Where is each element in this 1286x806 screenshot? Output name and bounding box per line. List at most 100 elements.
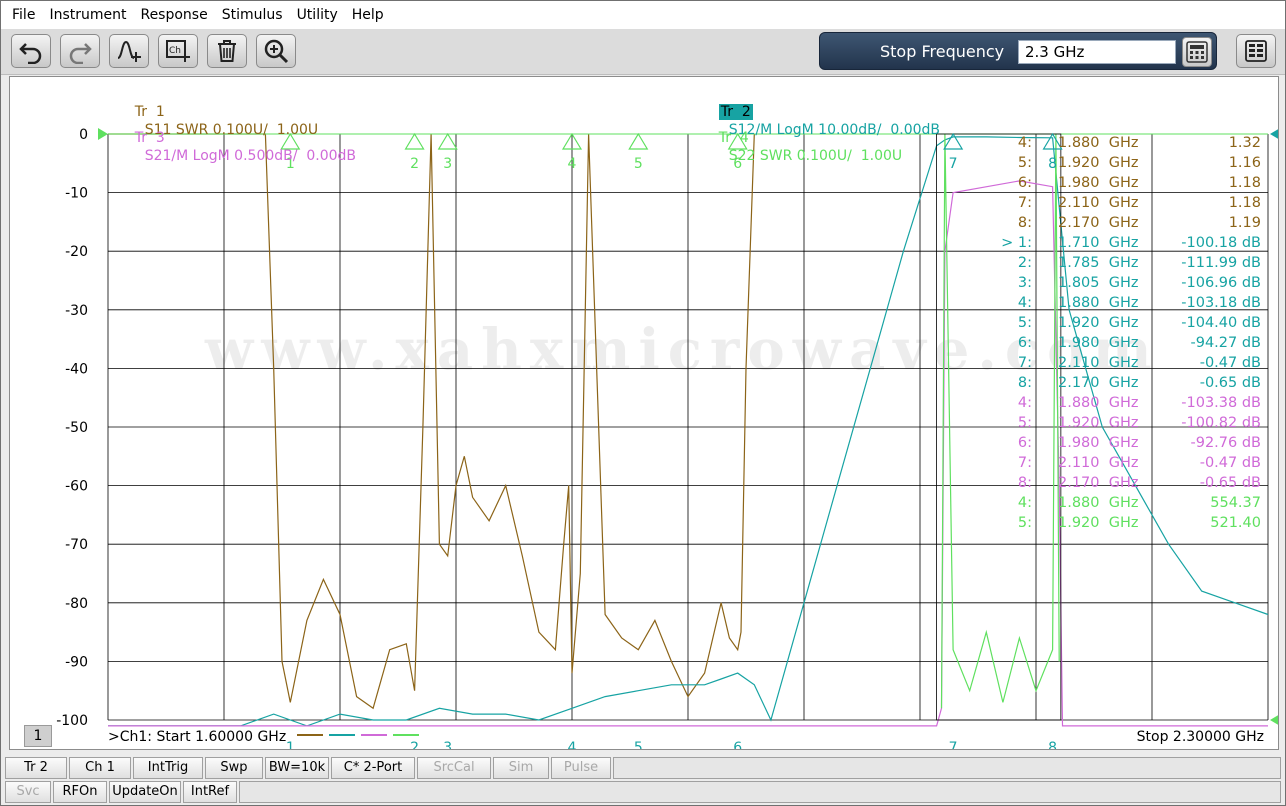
- vna-window: File Instrument Response Stimulus Utilit…: [0, 0, 1286, 806]
- marker-frequency: 1.980 GHz: [1058, 335, 1139, 351]
- add-channel-button[interactable]: Ch: [158, 34, 198, 68]
- start-frequency-readout[interactable]: >Ch1: Start 1.60000 GHz: [108, 729, 425, 745]
- marker-value: -92.76 dB: [1190, 435, 1261, 451]
- y-tick-label: -70: [65, 537, 88, 553]
- marker-readout-row: 5: 1.920 GHz -100.82 dB: [990, 413, 1265, 433]
- marker-id: 6:: [1017, 175, 1032, 191]
- status-svc-button[interactable]: Svc: [5, 781, 51, 803]
- keypad-button[interactable]: [1182, 37, 1212, 67]
- trace-3-desc: S21/M LogM 0.500dB/ 0.00dB: [144, 148, 357, 164]
- marker-id: 8:: [1017, 475, 1032, 491]
- delete-icon: [218, 40, 236, 62]
- marker-frequency: 1.980 GHz: [1058, 175, 1139, 191]
- status-sim-button[interactable]: Sim: [493, 757, 549, 779]
- menu-utility[interactable]: Utility: [290, 1, 345, 29]
- marker-frequency: 1.880 GHz: [1058, 295, 1139, 311]
- marker-value: 1.32: [1228, 135, 1261, 151]
- zoom-button[interactable]: [256, 34, 296, 68]
- ref-marker-left: [98, 128, 108, 140]
- marker-frequency: 2.110 GHz: [1058, 195, 1139, 211]
- marker-value: -94.27 dB: [1190, 335, 1261, 351]
- marker-value: 521.40: [1210, 515, 1261, 531]
- undo-button[interactable]: [11, 34, 51, 68]
- trace-4-name: Tr 4: [718, 130, 749, 146]
- marker-value: 1.18: [1228, 175, 1261, 191]
- status-intref-button[interactable]: IntRef: [183, 781, 237, 803]
- menu-stimulus[interactable]: Stimulus: [215, 1, 290, 29]
- y-tick-label: -10: [65, 186, 88, 202]
- hardkey-menu-button[interactable]: [1236, 34, 1276, 68]
- status-bw-10k-button[interactable]: BW=10k: [265, 757, 329, 779]
- marker-value: -0.65 dB: [1199, 475, 1261, 491]
- redo-button[interactable]: [60, 34, 100, 68]
- marker-id: 4:: [1017, 495, 1032, 511]
- stop-frequency-input[interactable]: 2.3 GHz: [1018, 40, 1176, 64]
- trace-4-title[interactable]: Tr 4 S22 SWR 0.100U/ 1.00U: [692, 111, 902, 183]
- marker-id: 4:: [1017, 395, 1032, 411]
- marker-value: -111.99 dB: [1181, 255, 1261, 271]
- y-tick-label: -60: [65, 479, 88, 495]
- marker-value: 1.18: [1228, 195, 1261, 211]
- marker-readout-row: 2: 1.785 GHz -111.99 dB: [990, 253, 1265, 273]
- status-tr-2-button[interactable]: Tr 2: [5, 757, 67, 779]
- marker-value: 1.19: [1228, 215, 1261, 231]
- marker-frequency: 1.785 GHz: [1058, 255, 1139, 271]
- channel-number[interactable]: 1: [24, 725, 52, 747]
- status-pulse-button[interactable]: Pulse: [551, 757, 611, 779]
- redo-icon: [69, 43, 92, 64]
- marker-value: -0.47 dB: [1199, 455, 1261, 471]
- status-bar-filler: [613, 757, 1281, 779]
- marker-id: 5:: [1017, 315, 1032, 331]
- measurement-display[interactable]: www.xahxmicrowave.com 0 -10 -20 -30 -40 -50 -6…: [9, 76, 1279, 750]
- marker-frequency: 1.920 GHz: [1058, 415, 1139, 431]
- marker-readout-row: > 1: 1.710 GHz -100.18 dB: [990, 233, 1265, 253]
- marker-frequency: 1.920 GHz: [1058, 515, 1139, 531]
- y-tick-label: -20: [65, 244, 88, 260]
- marker-8-bottom-label: 8: [1048, 740, 1057, 750]
- marker-id: 2:: [1017, 255, 1032, 271]
- y-tick-label: -100: [56, 713, 88, 729]
- marker-value: -100.18 dB: [1181, 235, 1261, 251]
- menu-instrument[interactable]: Instrument: [42, 1, 133, 29]
- status-rfon-button[interactable]: RFOn: [53, 781, 107, 803]
- marker-2-triangle: [404, 132, 425, 150]
- marker-value: -103.18 dB: [1181, 295, 1261, 311]
- delete-button[interactable]: [207, 34, 247, 68]
- marker-frequency: 2.110 GHz: [1058, 455, 1139, 471]
- toolbar: Ch Stop Frequency 2.3 GHz: [1, 29, 1285, 75]
- marker-readout-row: 7: 2.110 GHz 1.18: [990, 193, 1265, 213]
- marker-frequency: 1.710 GHz: [1058, 235, 1139, 251]
- marker-value: -0.47 dB: [1199, 355, 1261, 371]
- trace-3-title[interactable]: Tr 3 S21/M LogM 0.500dB/ 0.00dB: [108, 111, 356, 183]
- status-updateon-button[interactable]: UpdateOn: [109, 781, 181, 803]
- trace-3-name: Tr 3: [134, 130, 165, 146]
- add-marker-button[interactable]: [109, 34, 149, 68]
- status-inttrig-button[interactable]: IntTrig: [133, 757, 203, 779]
- marker-2-label: 2: [410, 156, 419, 172]
- status-ch-1-button[interactable]: Ch 1: [69, 757, 131, 779]
- start-frequency-text: >Ch1: Start 1.60000 GHz: [108, 729, 287, 745]
- marker-frequency: 2.170 GHz: [1058, 375, 1139, 391]
- menu-help[interactable]: Help: [345, 1, 391, 29]
- zoom-icon: [264, 39, 289, 64]
- menu-response[interactable]: Response: [133, 1, 214, 29]
- status-srccal-button[interactable]: SrcCal: [417, 757, 491, 779]
- status-bar-filler: [239, 781, 1281, 803]
- hardkey-menu-icon: [1245, 40, 1267, 62]
- status-swp-button[interactable]: Swp: [205, 757, 263, 779]
- marker-id: 7:: [1017, 355, 1032, 371]
- marker-7-bottom-label: 7: [949, 740, 958, 750]
- status-c-2-port-button[interactable]: C* 2-Port: [331, 757, 415, 779]
- marker-readout-row: 3: 1.805 GHz -106.96 dB: [990, 273, 1265, 293]
- marker-5-triangle: [628, 132, 649, 150]
- marker-id: 5:: [1017, 155, 1032, 171]
- menu-file[interactable]: File: [5, 1, 42, 29]
- stop-frequency-readout[interactable]: Stop 2.30000 GHz: [1137, 729, 1264, 745]
- y-tick-label: -90: [65, 654, 88, 670]
- marker-frequency: 1.880 GHz: [1058, 395, 1139, 411]
- marker-frequency: 1.880 GHz: [1058, 495, 1139, 511]
- marker-readout-row: 7: 2.110 GHz -0.47 dB: [990, 353, 1265, 373]
- marker-id: 7:: [1017, 195, 1032, 211]
- marker-readout-row: 8: 2.170 GHz -0.65 dB: [990, 473, 1265, 493]
- status-bar-row-1: Tr 2 Ch 1 IntTrig Swp BW=10k C* 2-Port SrcCal S…: [5, 757, 1281, 779]
